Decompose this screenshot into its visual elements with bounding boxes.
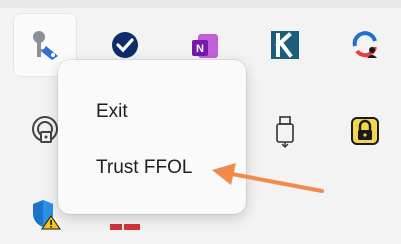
tray-item-k[interactable]	[254, 14, 316, 76]
menu-item-exit-label: Exit	[96, 101, 128, 122]
wifi-lock-icon	[32, 116, 58, 143]
lock-icon	[351, 117, 379, 145]
k-app-icon	[271, 31, 299, 59]
checkmark-circle-icon	[112, 32, 138, 58]
shield-warning-icon	[33, 200, 61, 230]
usb-drive-icon	[276, 116, 294, 148]
keys-icon	[33, 31, 58, 60]
context-menu: Exit Trust FFOL	[58, 60, 246, 214]
menu-item-trust-ffol-label: Trust FFOL	[96, 157, 193, 178]
tray-item-profile[interactable]	[334, 14, 396, 76]
menu-item-trust-ffol[interactable]: Trust FFOL	[58, 148, 246, 188]
tray-item-lock[interactable]	[334, 100, 396, 162]
edge-profile-icon	[352, 31, 377, 58]
tray-item-usb[interactable]	[254, 100, 316, 162]
svg-text:N: N	[196, 43, 204, 55]
onenote-icon: N	[192, 34, 218, 58]
menu-item-exit[interactable]: Exit	[58, 92, 246, 132]
